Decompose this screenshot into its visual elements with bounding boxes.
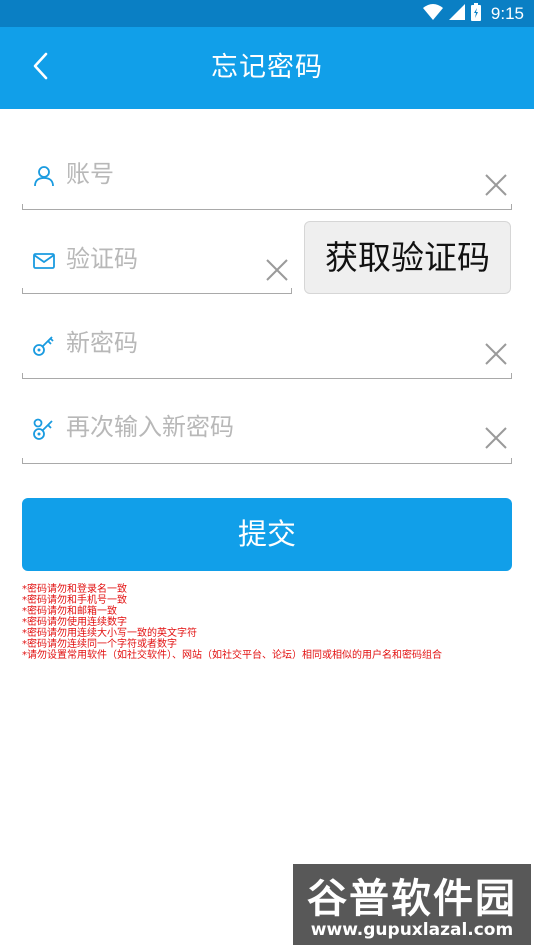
tip-line: *密码请勿用连续大小写一致的英文字符 [22,628,197,639]
account-field [22,154,512,194]
watermark-brand: 谷普软件园 [307,876,517,922]
confirm-password-input[interactable] [66,407,446,447]
account-underline [22,204,512,210]
new-password-field [22,323,512,363]
code-input[interactable] [66,239,256,279]
status-time: 9:15 [490,3,524,23]
account-clear-button[interactable] [483,172,509,198]
chevron-left-icon [32,52,48,84]
new-password-input[interactable] [66,323,446,363]
key-double-icon [32,417,56,441]
key-icon [32,333,56,357]
battery-icon [470,2,481,25]
confirm-password-field [22,407,512,447]
code-underline [22,288,292,294]
tip-line: *密码请勿连续同一个字符或者数字 [22,639,177,650]
tip-line: *密码请勿和登录名一致 [22,584,127,595]
new-password-underline [22,373,512,379]
user-icon [32,164,56,188]
tip-line: *密码请勿使用连续数字 [22,617,127,628]
status-bar: 9:15 [0,0,534,27]
code-clear-button[interactable] [264,257,290,283]
tip-line: *密码请勿和手机号一致 [22,595,127,606]
page-title: 忘记密码 [211,52,323,83]
account-input[interactable] [66,154,446,194]
tip-line: *请勿设置常用软件（如社交软件）、网站（如社交平台、论坛）相同或相似的用户名和密… [22,650,442,661]
password-tips: *密码请勿和登录名一致 *密码请勿和手机号一致 *密码请勿和邮箱一致 *密码请勿… [22,584,522,661]
back-button[interactable] [20,47,60,89]
watermark-url: www.gupuxlazal.com [310,920,514,940]
submit-button[interactable]: 提交 [22,498,512,571]
status-icons: 9:15 [422,2,524,25]
mail-icon [32,249,56,273]
watermark: 谷普软件园 www.gupuxlazal.com [293,864,531,945]
wifi-icon [422,3,443,24]
new-password-clear-button[interactable] [483,341,509,367]
confirm-password-underline [22,458,512,464]
tip-line: *密码请勿和邮箱一致 [22,606,117,617]
code-field [22,239,292,279]
cell-signal-icon [448,3,465,24]
app-bar: 忘记密码 [0,27,534,109]
confirm-password-clear-button[interactable] [483,425,509,451]
get-code-button[interactable]: 获取验证码 [304,221,511,294]
